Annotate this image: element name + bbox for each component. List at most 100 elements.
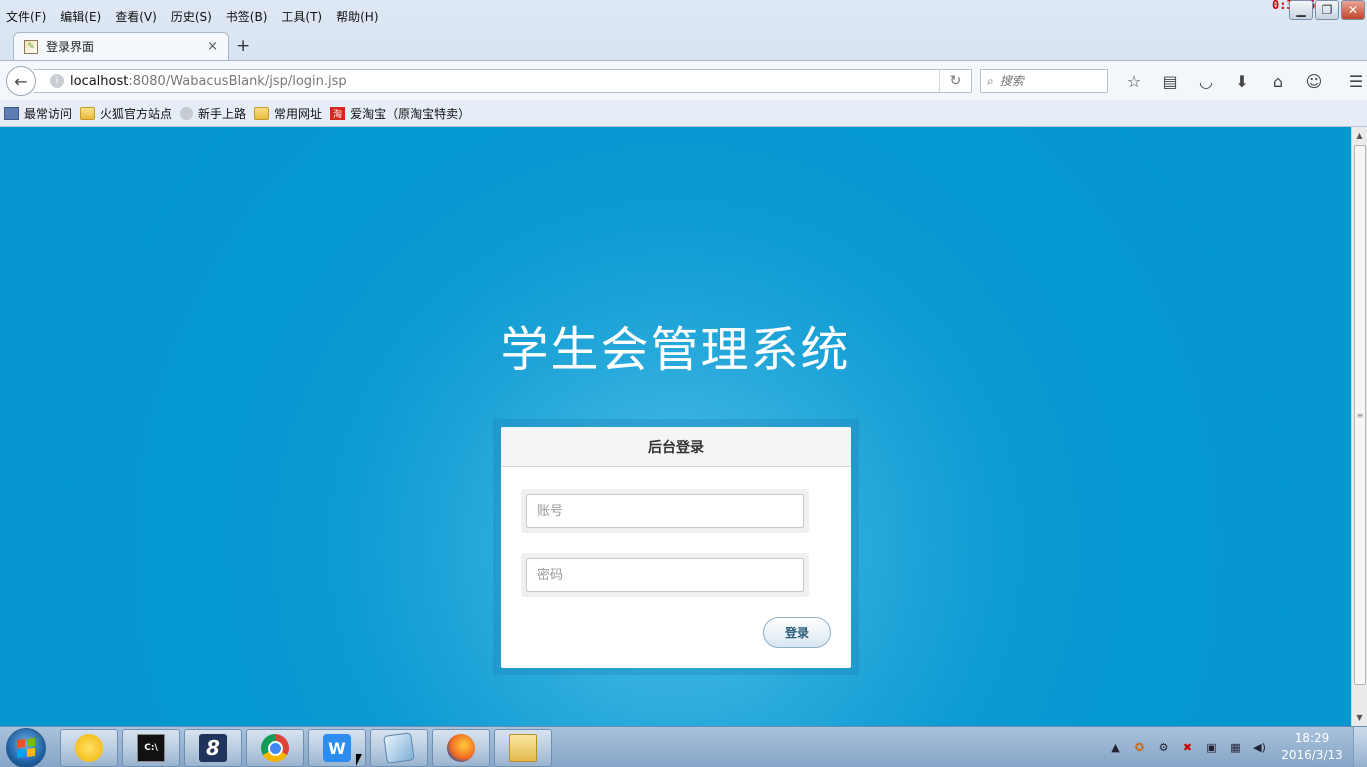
page-icon [4,106,19,120]
vertical-scrollbar[interactable]: ▲ ≡ ▼ [1351,127,1367,726]
password-field-wrap [521,553,809,597]
bookmark-most-visited[interactable]: 最常访问 [4,105,72,122]
folder-icon [80,106,96,120]
url-path: :8080/WabacusBlank/jsp/login.jsp [128,73,347,89]
globe-icon [180,106,194,120]
browser-chrome: 文件(F) 编辑(E) 查看(V) 历史(S) 书签(B) 工具(T) 帮助(H… [0,0,1367,127]
login-panel: 后台登录 登录 [501,427,851,668]
bookmark-label: 爱淘宝（原淘宝特卖） [350,106,471,121]
taskbar-cmd[interactable]: C:\ [122,729,180,767]
menu-tools[interactable]: 工具(T) [281,8,322,25]
taskbar-qq[interactable] [60,729,118,767]
back-button[interactable]: ← [6,66,36,96]
window-controls: ▁ ❐ ✕ [1287,0,1365,20]
search-input[interactable] [999,74,1090,88]
ide-icon: 8 [199,734,227,762]
restore-button[interactable]: ❐ [1315,0,1339,20]
menu-history[interactable]: 历史(S) [171,8,212,25]
scroll-down-icon[interactable]: ▼ [1352,709,1367,726]
login-button[interactable]: 登录 [763,617,831,648]
pocket-icon[interactable]: ◡ [1188,71,1224,91]
reload-icon[interactable]: ↻ [939,70,971,92]
bookmark-star-icon[interactable]: ☆ [1116,71,1152,91]
search-icon: ⌕ [987,73,994,88]
wps-icon: W [323,734,351,762]
bookmark-label: 新手上路 [198,106,247,121]
file-explorer-icon [509,734,537,762]
login-header: 后台登录 [501,427,851,467]
tab-strip: ✎ 登录界面 × + [0,32,1367,60]
tray-date: 2016/3/13 [1281,748,1343,762]
site-identity-icon[interactable]: i [50,74,64,88]
minimize-icon: ▁ [1296,3,1306,17]
username-input[interactable] [526,494,804,528]
bookmark-label: 火狐官方站点 [100,106,173,121]
taskbar: C:\ 8 W ▲ ✪ ⚙ ✖ ▣ ▦ ◀) 18:29 2016/3/13 [0,726,1367,767]
reading-list-icon[interactable]: ▤ [1152,71,1188,91]
taskbar-eclipse[interactable]: 8 [184,729,242,767]
back-arrow-icon: ← [14,71,28,91]
tray-app-icon[interactable]: ✪ [1132,740,1147,755]
bookmarks-toolbar: 最常访问 火狐官方站点 新手上路 常用网址 淘爱淘宝（原淘宝特卖） [0,100,1367,127]
taskbar-notepad[interactable] [370,729,428,767]
command-prompt-icon: C:\ [137,734,165,762]
system-title: 学生会管理系统 [500,322,851,378]
username-field-wrap [521,489,809,533]
tab-title: 登录界面 [46,40,95,54]
navigation-bar: i localhost:8080/WabacusBlank/jsp/login.… [0,60,1367,100]
close-window-button[interactable]: ✕ [1341,0,1365,20]
menu-bookmarks[interactable]: 书签(B) [226,8,268,25]
scroll-thumb[interactable]: ≡ [1354,145,1366,685]
menu-view[interactable]: 查看(V) [115,8,157,25]
mouse-cursor-icon [356,754,362,766]
chrome-icon [261,734,289,762]
tray-expand-icon[interactable]: ▲ [1108,740,1123,755]
toolbar-icons: ☆ ▤ ◡ ⬇ ⌂ ☺ ☰ [1116,71,1367,91]
restore-icon: ❐ [1321,3,1333,17]
show-desktop-button[interactable] [1353,727,1367,767]
taskbar-chrome[interactable] [246,729,304,767]
folder-icon [254,106,270,120]
menu-help[interactable]: 帮助(H) [336,8,378,25]
bookmark-firefox-site[interactable]: 火狐官方站点 [80,105,172,122]
tray-usb-icon[interactable]: ▣ [1204,740,1219,755]
page-content: 学生会管理系统 后台登录 登录 [0,127,1351,726]
tray-clock[interactable]: 18:29 2016/3/13 [1280,730,1344,764]
password-input[interactable] [526,558,804,592]
tray-volume-icon[interactable]: ◀) [1252,740,1267,755]
tray-network-icon[interactable]: ▦ [1228,740,1243,755]
windows-logo-icon [17,738,35,758]
taskbar-explorer[interactable] [494,729,552,767]
tab-close-icon[interactable]: × [207,39,218,54]
tab-login[interactable]: ✎ 登录界面 × [13,32,229,60]
minimize-button[interactable]: ▁ [1289,0,1313,20]
bookmark-label: 最常访问 [24,106,73,121]
system-tray: ▲ ✪ ⚙ ✖ ▣ ▦ ◀) [1108,727,1276,767]
start-button[interactable] [6,728,46,767]
menu-edit[interactable]: 编辑(E) [60,8,101,25]
bookmark-common-sites[interactable]: 常用网址 [254,105,322,122]
bookmark-aitaobao[interactable]: 淘爱淘宝（原淘宝特卖） [330,105,470,122]
bookmark-getting-started[interactable]: 新手上路 [180,105,246,122]
menu-file[interactable]: 文件(F) [6,8,46,25]
bookmark-label: 常用网址 [274,106,323,121]
close-icon: ✕ [1347,3,1359,17]
scroll-up-icon[interactable]: ▲ [1352,127,1367,144]
url-bar[interactable]: i localhost:8080/WabacusBlank/jsp/login.… [34,69,972,93]
qq-icon [75,734,103,762]
home-icon[interactable]: ⌂ [1260,71,1296,91]
tray-security-icon[interactable]: ✖ [1180,740,1195,755]
hamburger-menu-icon[interactable]: ☰ [1338,71,1367,91]
tray-time: 18:29 [1294,731,1330,745]
taobao-icon: 淘 [330,106,346,120]
taskbar-firefox[interactable] [432,729,490,767]
tray-network-app-icon[interactable]: ⚙ [1156,740,1171,755]
hello-chat-icon[interactable]: ☺ [1296,71,1332,91]
menubar: 文件(F) 编辑(E) 查看(V) 历史(S) 书签(B) 工具(T) 帮助(H… [0,0,1367,32]
url-host: localhost [70,73,129,89]
downloads-icon[interactable]: ⬇ [1224,71,1260,91]
url-text[interactable]: localhost:8080/WabacusBlank/jsp/login.js… [70,74,939,89]
notepad-icon [383,732,415,764]
search-bar[interactable]: ⌕ [980,69,1108,93]
new-tab-button[interactable]: + [236,36,250,56]
